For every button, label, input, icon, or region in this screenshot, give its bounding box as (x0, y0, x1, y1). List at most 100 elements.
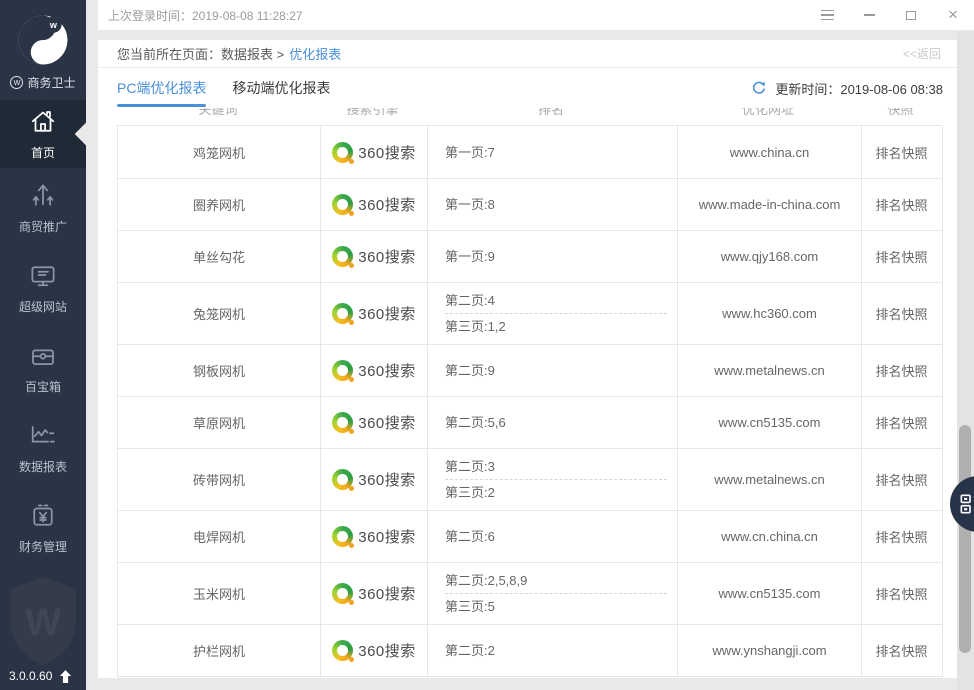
engine-label: 360搜索 (358, 306, 416, 323)
snapshot-link[interactable]: 排名快照 (875, 413, 927, 432)
search-engine-cell: 360搜索 (320, 449, 427, 510)
snapshot-link[interactable]: 排名快照 (875, 143, 927, 162)
snapshot-link[interactable]: 排名快照 (875, 584, 927, 603)
tabs-bar: PC端优化报表 移动端优化报表 更新时间：2019-08-06 08:38 (98, 68, 957, 108)
keyword-cell: 电焊网机 (192, 530, 245, 545)
snapshot-link[interactable]: 排名快照 (875, 527, 927, 546)
table-header-cell: 优化网址 (741, 108, 794, 117)
minimize-icon (863, 14, 875, 16)
engine-label: 360搜索 (358, 586, 416, 603)
rank-value: 第二页:2 (445, 643, 495, 658)
keyword-cell: 兔笼网机 (192, 307, 245, 322)
snapshot-cell: 排名快照 (861, 231, 941, 282)
table-row: 鸡笼网机 360搜索 第一页:7 www.china.cn 排名快照 (118, 126, 942, 178)
url-cell: www.metalnews.cn (677, 345, 861, 396)
rank-value: 第二页:4 (445, 293, 495, 308)
brand: w 商务卫士 (0, 74, 86, 91)
snapshot-link[interactable]: 排名快照 (875, 470, 927, 489)
snapshot-cell: 排名快照 (861, 449, 941, 510)
search-engine-cell: 360搜索 (320, 231, 427, 282)
maximize-button[interactable] (904, 8, 918, 22)
360-search-logo-icon (332, 141, 355, 164)
rank-value: 第一页:8 (445, 197, 495, 212)
titlebar: 上次登录时间：2019-08-08 11:28:27 × (98, 0, 974, 30)
snapshot-cell: 排名快照 (861, 563, 941, 624)
breadcrumb: 您当前所在页面：数据报表 > 优化报表 <<返回 (98, 40, 957, 68)
sidebar-item-website[interactable]: 超级网站 (0, 248, 86, 328)
360-search-logo-icon (332, 526, 355, 548)
table-body: 鸡笼网机 360搜索 第一页:7 www.china.cn 排名快照 圈养网机 360搜索第… (117, 125, 943, 677)
rank-value: 第一页:9 (445, 249, 495, 264)
keyword-cell: 钢板网机 (192, 364, 245, 379)
sidebar-item-promote[interactable]: 商贸推广 (0, 168, 86, 248)
sidebar-item-report[interactable]: 数据报表 (0, 408, 86, 488)
report-icon (28, 421, 58, 451)
window-menu-button[interactable] (820, 8, 834, 22)
table-header-cell: 关键词 (198, 108, 238, 117)
rank-cell: 第二页:6 (427, 511, 677, 562)
rank-value: 第三页:1,2 (445, 319, 506, 334)
vertical-scrollbar-thumb[interactable] (959, 425, 971, 653)
sidebar-menu: 首页商贸推广超级网站百宝箱数据报表财务管理 (0, 100, 98, 568)
url-cell: www.metalnews.cn (677, 449, 861, 510)
rank-value: 第三页:5 (445, 599, 495, 614)
table-row: 草原网机 360搜索 第二页:5,6 www.cn5135.com 排名快照 (118, 396, 942, 448)
table-row: 电焊网机 360搜索 第二页:6 www.cn.china.cn 排名快照 (118, 510, 942, 562)
refresh-icon[interactable] (751, 80, 767, 96)
search-engine-cell: 360搜索 (320, 179, 427, 230)
table-header-clipped: 关键词 搜索引擎 排名 优化网址 快照 (117, 108, 943, 125)
sidebar-item-toolbox[interactable]: 百宝箱 (0, 328, 86, 408)
search-engine-cell: 360搜索 (320, 397, 427, 448)
engine-label: 360搜索 (358, 643, 416, 660)
snapshot-link[interactable]: 排名快照 (875, 247, 927, 266)
360-search-logo-icon (332, 583, 355, 605)
breadcrumb-current-link[interactable]: 优化报表 (289, 47, 341, 62)
keyword-cell: 草原网机 (192, 416, 245, 431)
promote-icon (28, 181, 58, 211)
engine-label: 360搜索 (358, 363, 416, 380)
sidebar-item-home[interactable]: 首页 (0, 100, 98, 168)
url-cell: www.china.cn (677, 126, 861, 178)
rank-cell: 第二页:9 (427, 345, 677, 396)
website-icon (28, 261, 58, 291)
tab-pc-report[interactable]: PC端优化报表 (117, 68, 207, 108)
sidebar-item-label: 百宝箱 (24, 380, 61, 394)
snapshot-cell: 排名快照 (861, 126, 941, 178)
table-row: 兔笼网机 360搜索 第二页:4 第三页:1,2 www.hc360.com 排名快照 (118, 282, 942, 344)
snapshot-link[interactable]: 排名快照 (875, 361, 927, 380)
table-row: 砖带网机 360搜索 第二页:3 第三页:2 www.metalnews.cn 排名快照 (118, 448, 942, 510)
update-arrow-icon[interactable] (58, 669, 72, 683)
rank-cell: 第二页:2,5,8,9 第三页:5 (427, 563, 677, 624)
tab-mobile-report[interactable]: 移动端优化报表 (232, 68, 330, 108)
snapshot-link[interactable]: 排名快照 (875, 304, 927, 323)
snapshot-cell: 排名快照 (861, 511, 941, 562)
search-engine-cell: 360搜索 (320, 625, 427, 676)
svg-text:W: W (25, 602, 61, 644)
sidebar-item-finance[interactable]: 财务管理 (0, 488, 86, 568)
search-engine-cell: 360搜索 (320, 283, 427, 344)
360-search-logo-icon (332, 412, 355, 434)
url-cell: www.cn5135.com (677, 397, 861, 448)
rank-value: 第一页:7 (445, 144, 495, 160)
back-link[interactable]: <<返回 (903, 45, 941, 62)
table-header-cell: 排名 (537, 108, 564, 117)
keyword-cell: 圈养网机 (192, 198, 245, 213)
last-login-time: 上次登录时间：2019-08-08 11:28:27 (108, 8, 303, 23)
rank-value: 第二页:2,5,8,9 (445, 573, 528, 588)
snapshot-link[interactable]: 排名快照 (875, 641, 927, 660)
rank-value: 第二页:3 (445, 459, 495, 474)
close-button[interactable]: × (946, 6, 960, 23)
sidebar-item-label: 商贸推广 (18, 220, 67, 234)
snapshot-link[interactable]: 排名快照 (875, 195, 927, 214)
sidebar-item-label: 财务管理 (18, 540, 67, 554)
report-table: 关键词 搜索引擎 排名 优化网址 快照 鸡笼网机 360搜索 第一页:7 www.china.… (117, 108, 943, 677)
vertical-scrollbar-track[interactable] (957, 31, 974, 690)
hamburger-icon (820, 9, 834, 21)
snapshot-cell: 排名快照 (861, 179, 941, 230)
brand-mark-icon: w (10, 76, 24, 89)
minimize-button[interactable] (862, 8, 876, 22)
keyword-cell: 玉米网机 (192, 587, 245, 602)
keyword-cell: 单丝勾花 (192, 250, 245, 265)
engine-label: 360搜索 (358, 529, 416, 546)
home-icon (28, 107, 58, 137)
